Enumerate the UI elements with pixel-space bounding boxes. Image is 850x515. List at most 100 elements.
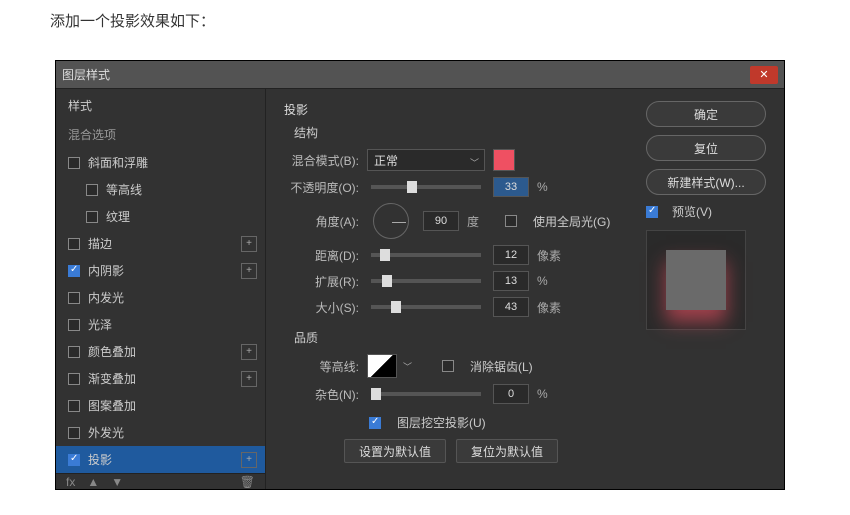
style-item[interactable]: 内发光 xyxy=(56,284,265,311)
set-default-button[interactable]: 设置为默认值 xyxy=(344,439,446,463)
size-unit: 像素 xyxy=(537,299,561,316)
spread-unit: % xyxy=(537,274,548,288)
titlebar: 图层样式 ✕ xyxy=(56,61,784,89)
blend-mode-select[interactable]: 正常 ﹀ xyxy=(367,149,485,171)
knockout-label: 图层挖空投影(U) xyxy=(397,414,486,431)
add-effect-button[interactable]: + xyxy=(241,344,257,360)
preview-swatch xyxy=(666,250,726,310)
fx-icon[interactable]: fx xyxy=(66,475,75,489)
layer-style-dialog: 图层样式 ✕ 样式 混合选项 斜面和浮雕等高线纹理描边+内阴影+内发光光泽颜色叠… xyxy=(55,60,785,490)
noise-unit: % xyxy=(537,387,548,401)
preview-box xyxy=(646,230,746,330)
preview-checkbox[interactable] xyxy=(646,206,658,218)
style-item[interactable]: 颜色叠加 + xyxy=(56,338,265,365)
style-checkbox[interactable] xyxy=(68,319,80,331)
style-item[interactable]: 纹理 xyxy=(56,203,265,230)
style-checkbox[interactable] xyxy=(68,427,80,439)
chevron-down-icon: ﹀ xyxy=(470,156,479,169)
distance-unit: 像素 xyxy=(537,247,561,264)
distance-slider[interactable] xyxy=(371,253,481,257)
contour-label: 等高线: xyxy=(284,358,359,375)
preview-label: 预览(V) xyxy=(672,203,712,220)
size-label: 大小(S): xyxy=(284,299,359,316)
styles-panel: 样式 混合选项 斜面和浮雕等高线纹理描边+内阴影+内发光光泽颜色叠加+渐变叠加+… xyxy=(56,89,266,489)
style-label: 渐变叠加 xyxy=(88,370,136,387)
spread-input[interactable]: 13 xyxy=(493,271,529,291)
style-item[interactable]: 图案叠加 xyxy=(56,392,265,419)
style-label: 颜色叠加 xyxy=(88,343,136,360)
style-checkbox[interactable] xyxy=(86,211,98,223)
style-checkbox[interactable] xyxy=(68,346,80,358)
style-label: 等高线 xyxy=(106,181,142,198)
size-input[interactable]: 43 xyxy=(493,297,529,317)
actions-panel: 确定 复位 新建样式(W)... 预览(V) xyxy=(632,89,784,489)
style-label: 投影 xyxy=(88,451,112,468)
distance-label: 距离(D): xyxy=(284,247,359,264)
opacity-slider[interactable] xyxy=(371,185,481,189)
angle-input[interactable]: 90 xyxy=(423,211,459,231)
antialias-checkbox[interactable] xyxy=(442,360,454,372)
ok-button[interactable]: 确定 xyxy=(646,101,766,127)
dialog-title: 图层样式 xyxy=(62,66,110,83)
noise-label: 杂色(N): xyxy=(284,386,359,403)
style-label: 描边 xyxy=(88,235,112,252)
blend-mode-label: 混合模式(B): xyxy=(284,152,359,169)
settings-panel: 投影 结构 混合模式(B): 正常 ﹀ 不透明度(O): 33 % 角度(A):… xyxy=(266,89,632,489)
add-effect-button[interactable]: + xyxy=(241,263,257,279)
style-checkbox[interactable] xyxy=(68,454,80,466)
spread-slider[interactable] xyxy=(371,279,481,283)
noise-slider[interactable] xyxy=(371,392,481,396)
style-checkbox[interactable] xyxy=(68,265,80,277)
trash-icon[interactable]: 🗑 xyxy=(240,475,255,489)
style-label: 光泽 xyxy=(88,316,112,333)
opacity-input[interactable]: 33 xyxy=(493,177,529,197)
add-effect-button[interactable]: + xyxy=(241,371,257,387)
section-title: 投影 xyxy=(284,101,614,118)
reset-button[interactable]: 复位 xyxy=(646,135,766,161)
noise-input[interactable]: 0 xyxy=(493,384,529,404)
caption-text: 添加一个投影效果如下： xyxy=(0,0,850,31)
size-slider[interactable] xyxy=(371,305,481,309)
angle-unit: 度 xyxy=(467,213,479,230)
style-item[interactable]: 描边 + xyxy=(56,230,265,257)
distance-input[interactable]: 12 xyxy=(493,245,529,265)
down-arrow-icon[interactable]: ▼ xyxy=(111,475,123,489)
panel-footer: fx ▲ ▼ 🗑 xyxy=(56,473,265,489)
blend-options-header[interactable]: 混合选项 xyxy=(56,122,265,149)
antialias-label: 消除锯齿(L) xyxy=(470,358,533,375)
global-light-checkbox[interactable] xyxy=(505,215,517,227)
angle-dial[interactable] xyxy=(373,203,409,239)
style-label: 内发光 xyxy=(88,289,124,306)
contour-picker[interactable] xyxy=(367,354,397,378)
global-light-label: 使用全局光(G) xyxy=(533,213,610,230)
style-checkbox[interactable] xyxy=(68,157,80,169)
style-item[interactable]: 等高线 xyxy=(56,176,265,203)
style-item[interactable]: 内阴影+ xyxy=(56,257,265,284)
reset-default-button[interactable]: 复位为默认值 xyxy=(456,439,558,463)
styles-header[interactable]: 样式 xyxy=(56,89,265,122)
style-item[interactable]: 外发光 xyxy=(56,419,265,446)
style-checkbox[interactable] xyxy=(68,373,80,385)
opacity-label: 不透明度(O): xyxy=(284,179,359,196)
style-checkbox[interactable] xyxy=(68,292,80,304)
style-checkbox[interactable] xyxy=(86,184,98,196)
color-swatch[interactable] xyxy=(493,149,515,171)
add-effect-button[interactable]: + xyxy=(241,452,257,468)
style-item[interactable]: 投影 + xyxy=(56,446,265,473)
style-item[interactable]: 斜面和浮雕 xyxy=(56,149,265,176)
style-item[interactable]: 光泽 xyxy=(56,311,265,338)
style-checkbox[interactable] xyxy=(68,238,80,250)
knockout-checkbox[interactable] xyxy=(369,417,381,429)
style-label: 外发光 xyxy=(88,424,124,441)
style-checkbox[interactable] xyxy=(68,400,80,412)
angle-label: 角度(A): xyxy=(284,213,359,230)
close-button[interactable]: ✕ xyxy=(750,66,778,84)
new-style-button[interactable]: 新建样式(W)... xyxy=(646,169,766,195)
quality-group: 品质 xyxy=(294,329,614,346)
add-effect-button[interactable]: + xyxy=(241,236,257,252)
up-arrow-icon[interactable]: ▲ xyxy=(87,475,99,489)
close-icon: ✕ xyxy=(759,68,768,81)
chevron-down-icon[interactable]: ﹀ xyxy=(403,360,412,373)
style-item[interactable]: 渐变叠加 + xyxy=(56,365,265,392)
spread-label: 扩展(R): xyxy=(284,273,359,290)
